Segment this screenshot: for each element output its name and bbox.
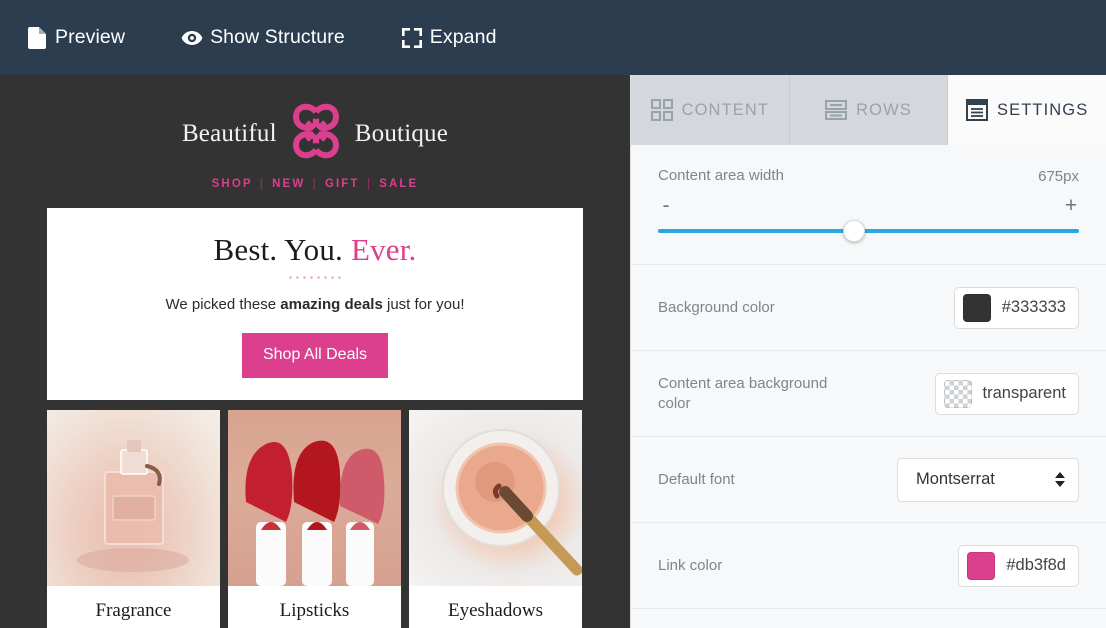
brand-word-left: Beautiful [182,120,277,148]
chevron-updown-icon [1055,472,1065,487]
product-card[interactable]: Lipsticks [228,410,401,628]
default-font-label: Default font [658,470,735,490]
quatrefoil-knot-logo [287,100,345,167]
setting-link-color: Link color #db3f8d [631,523,1106,609]
tab-content[interactable]: CONTENT [631,75,790,145]
setting-default-font: Default font Montserrat [631,437,1106,523]
width-stepper: - + [658,196,1079,214]
product-card-row: Fragrance [47,410,583,628]
email-preview-canvas[interactable]: Beautiful [0,75,630,628]
nav-link-shop[interactable]: SHOP [212,178,253,190]
transparent-checkerboard-swatch[interactable] [944,380,972,408]
default-font-select[interactable]: Montserrat [897,458,1079,502]
tab-settings[interactable]: SETTINGS [948,75,1106,145]
slider-track[interactable] [658,229,1079,233]
content-area-background-color-value: transparent [983,384,1066,403]
hero-subtitle-after: just for you! [383,296,465,313]
nav-separator: | [260,178,265,190]
product-card-title: Fragrance [47,586,220,628]
product-card-title: Lipsticks [228,586,401,628]
hero-heading-plain: Best. You. [213,232,350,267]
setting-row-head: Content area width 675px [658,166,1079,186]
email-nav-links: SHOP | NEW | GIFT | SALE [47,178,583,190]
content-area-width-value: 675px [1038,168,1079,185]
hero-subtitle-before: We picked these [165,296,280,313]
email-editor-app: Preview Show Structure [0,0,1106,628]
email-header-brand: Beautiful [47,75,583,167]
slider-handle[interactable] [843,220,865,242]
setting-content-area-width: Content area width 675px - + [631,145,1106,265]
background-color-field[interactable]: #333333 [954,287,1079,329]
tab-settings-label: SETTINGS [997,101,1088,120]
hero-heading-accent: Ever. [351,232,417,267]
top-toolbar: Preview Show Structure [0,0,1106,75]
show-structure-label: Show Structure [210,28,345,48]
lipstick-swatches-photo [228,410,401,586]
show-structure-button[interactable]: Show Structure [181,27,345,49]
right-settings-panel: CONTENT ROWS [630,75,1106,628]
link-color-value: #db3f8d [1006,556,1066,575]
setting-background-color: Background color #333333 [631,265,1106,351]
content-area-width-label: Content area width [658,166,784,186]
tab-rows[interactable]: ROWS [790,75,949,145]
panel-tabs: CONTENT ROWS [631,75,1106,145]
link-color-label: Link color [658,556,722,576]
settings-rows: Content area width 675px - + Background … [631,145,1106,609]
preview-label: Preview [55,28,125,48]
eyeshadow-pot-photo [409,410,582,586]
tab-rows-label: ROWS [856,101,912,120]
increase-width-button[interactable]: + [1063,195,1079,216]
email-content-area: Beautiful [47,75,583,628]
preview-button[interactable]: Preview [26,27,125,49]
settings-list-icon [966,99,988,121]
background-color-value: #333333 [1002,298,1066,317]
expand-icon [401,27,423,49]
decrease-width-button[interactable]: - [658,195,674,216]
content-area-width-slider[interactable] [658,220,1079,242]
expand-button[interactable]: Expand [401,27,497,49]
content-area-background-color-label: Content area background color [658,374,858,415]
hero-heading: Best. You. Ever. [47,232,583,268]
rows-icon [825,99,847,121]
hero-subtitle-bold: amazing deals [280,296,383,313]
eye-icon [181,27,203,49]
product-card[interactable]: Eyeshadows [409,410,582,628]
perfume-bottle-photo [47,410,220,586]
nav-link-gift[interactable]: GIFT [325,178,360,190]
setting-content-area-background-color: Content area background color transparen… [631,351,1106,437]
hero-block[interactable]: Best. You. Ever. We picked these amazing… [47,208,583,400]
document-icon [26,27,48,49]
link-color-swatch[interactable] [967,552,995,580]
nav-separator: | [367,178,372,190]
nav-separator: | [313,178,318,190]
product-card-title: Eyeshadows [409,586,582,628]
background-color-label: Background color [658,298,775,318]
shop-all-deals-button[interactable]: Shop All Deals [242,333,388,378]
link-color-field[interactable]: #db3f8d [958,545,1079,587]
nav-link-new[interactable]: NEW [272,178,305,190]
grid-icon [651,99,673,121]
nav-link-sale[interactable]: SALE [379,178,418,190]
product-card[interactable]: Fragrance [47,410,220,628]
content-area-background-color-field[interactable]: transparent [935,373,1079,415]
hero-subtitle: We picked these amazing deals just for y… [47,296,583,313]
default-font-value: Montserrat [916,470,995,489]
expand-label: Expand [430,28,497,48]
dotted-divider [287,276,343,279]
brand-word-right: Boutique [355,120,448,148]
tab-content-label: CONTENT [682,101,769,120]
background-color-swatch[interactable] [963,294,991,322]
